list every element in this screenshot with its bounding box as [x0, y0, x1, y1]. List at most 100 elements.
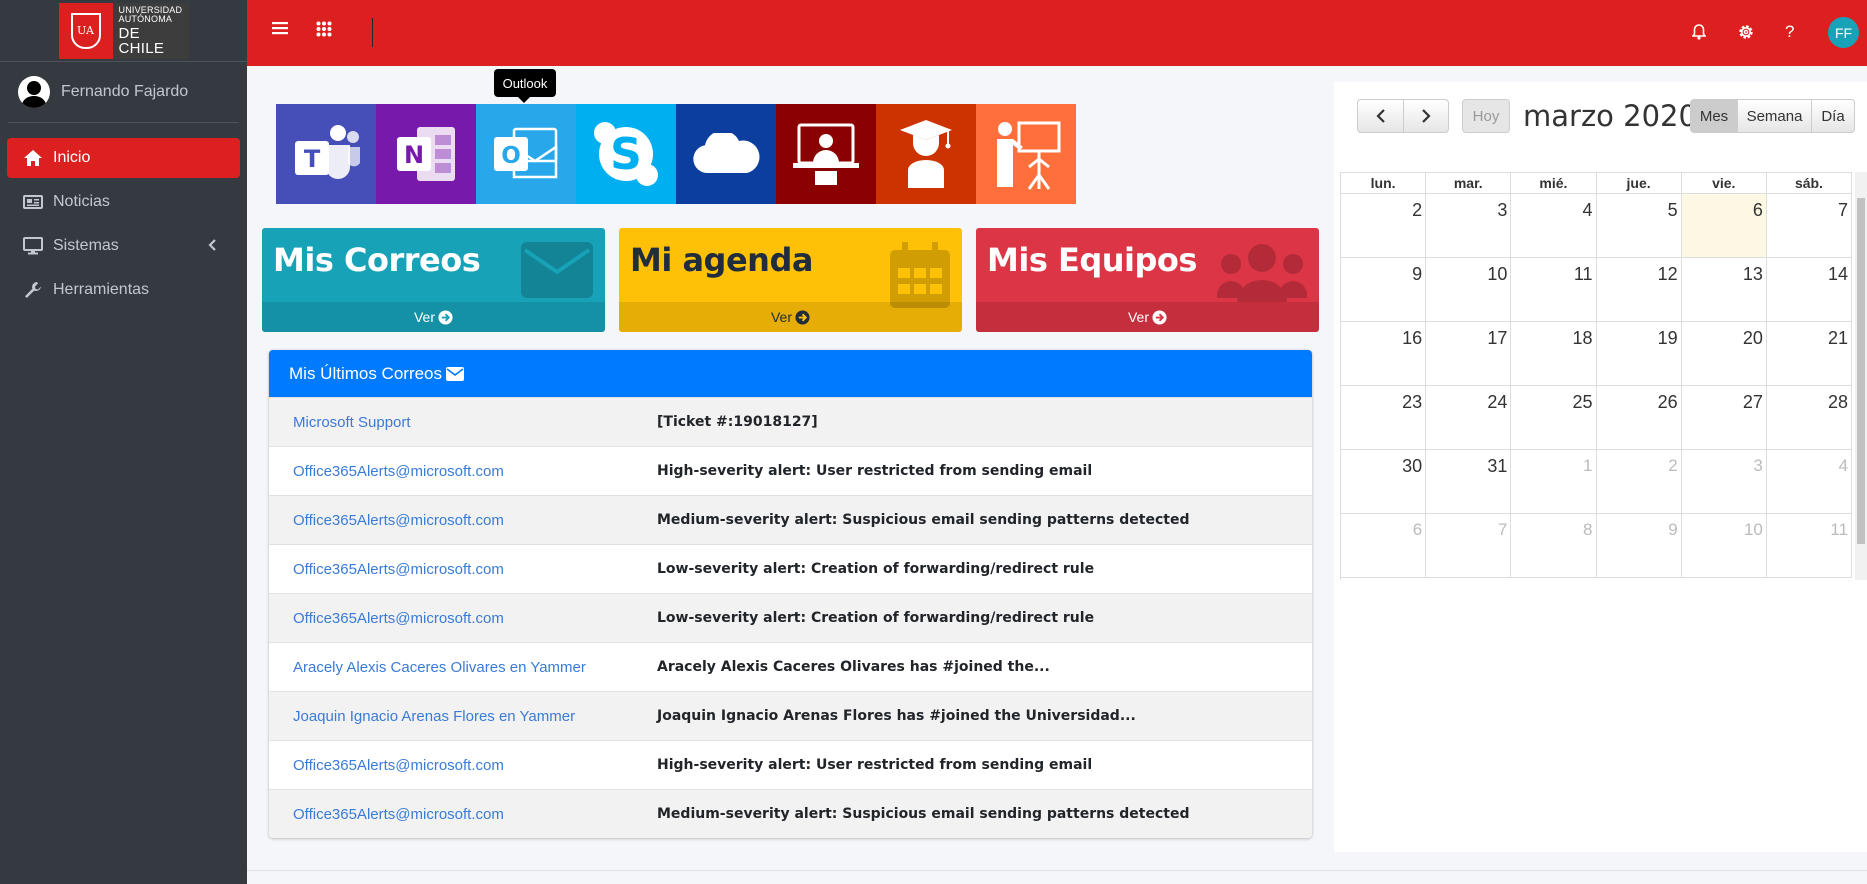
- gear-icon[interactable]: [1737, 23, 1755, 41]
- sidebar-item-sistemas[interactable]: Sistemas: [7, 226, 240, 266]
- email-row[interactable]: Office365Alerts@microsoft.com Medium-seve…: [269, 789, 1312, 838]
- view-week-button[interactable]: Semana: [1737, 99, 1812, 133]
- prev-month-button[interactable]: [1357, 99, 1404, 133]
- email-sender[interactable]: Aracely Alexis Caceres Olivares en Yamme…: [269, 659, 657, 676]
- onenote-icon: N: [397, 127, 455, 181]
- calendar-day-cell[interactable]: 13: [1682, 258, 1767, 321]
- email-subject[interactable]: Low-severity alert: Creation of forwardi…: [657, 561, 1094, 577]
- app-tile-virtual-class[interactable]: [776, 104, 876, 204]
- box-footer-link[interactable]: Ver: [262, 302, 605, 332]
- calendar-day-cell[interactable]: 26: [1597, 386, 1682, 449]
- calendar-day-cell[interactable]: 16: [1341, 322, 1427, 385]
- calendar-day-cell[interactable]: 4: [1511, 194, 1597, 257]
- app-tile-teacher[interactable]: [976, 104, 1076, 204]
- app-tile-skype[interactable]: S: [576, 104, 676, 204]
- calendar-day-cell[interactable]: 12: [1597, 258, 1682, 321]
- email-row[interactable]: Office365Alerts@microsoft.com High-severi…: [269, 446, 1312, 495]
- calendar-day-cell[interactable]: 14: [1767, 258, 1853, 321]
- calendar-day-cell[interactable]: 21: [1767, 322, 1853, 385]
- email-sender[interactable]: Office365Alerts@microsoft.com: [269, 512, 657, 529]
- next-month-button[interactable]: [1403, 99, 1449, 133]
- email-subject[interactable]: High-severity alert: User restricted fro…: [657, 757, 1092, 773]
- calendar-day-cell[interactable]: 2: [1597, 450, 1682, 513]
- calendar-day-cell[interactable]: 6: [1341, 514, 1427, 577]
- calendar-day-cell[interactable]: 10: [1682, 514, 1767, 577]
- email-row[interactable]: Office365Alerts@microsoft.com Low-severit…: [269, 593, 1312, 642]
- calendar-day-cell[interactable]: 5: [1597, 194, 1682, 257]
- view-month-button[interactable]: Mes: [1690, 99, 1738, 133]
- calendar-day-cell[interactable]: 11: [1767, 514, 1853, 577]
- menu-icon[interactable]: [272, 21, 288, 35]
- email-subject[interactable]: Aracely Alexis Caceres Olivares has #joi…: [657, 659, 1050, 675]
- calendar-day-cell[interactable]: 8: [1511, 514, 1597, 577]
- box-mi-agenda: Mi agenda Ver: [619, 228, 962, 332]
- sidebar-item-inicio[interactable]: Inicio: [7, 138, 240, 178]
- app-tile-teams[interactable]: T: [276, 104, 376, 204]
- calendar-day-cell[interactable]: 10: [1426, 258, 1512, 321]
- brand: UA UNIVERSIDAD AUTÓNOMA DE CHILE: [0, 0, 247, 62]
- email-subject[interactable]: Medium-severity alert: Suspicious email …: [657, 806, 1189, 822]
- app-tile-student[interactable]: [876, 104, 976, 204]
- email-subject[interactable]: High-severity alert: User restricted fro…: [657, 463, 1092, 479]
- calendar-day-cell[interactable]: 18: [1511, 322, 1597, 385]
- calendar-day-cell[interactable]: 25: [1511, 386, 1597, 449]
- calendar-day-cell[interactable]: 24: [1426, 386, 1512, 449]
- help-icon[interactable]: ?: [1785, 22, 1794, 42]
- bell-icon[interactable]: [1692, 24, 1706, 40]
- calendar-day-cell[interactable]: 4: [1767, 450, 1853, 513]
- email-sender[interactable]: Office365Alerts@microsoft.com: [269, 561, 657, 578]
- calendar-day-cell[interactable]: 27: [1682, 386, 1767, 449]
- calendar-scrollbar[interactable]: [1855, 172, 1867, 580]
- calendar-day-cell[interactable]: 11: [1511, 258, 1597, 321]
- user-panel[interactable]: Fernando Fajardo: [8, 62, 239, 123]
- email-row[interactable]: Office365Alerts@microsoft.com Medium-seve…: [269, 495, 1312, 544]
- calendar-day-cell[interactable]: 9: [1597, 514, 1682, 577]
- scrollbar-thumb[interactable]: [1857, 198, 1865, 544]
- apps-grid-icon[interactable]: [316, 21, 332, 37]
- email-sender[interactable]: Office365Alerts@microsoft.com: [269, 806, 657, 823]
- app-tile-outlook[interactable]: O: [476, 104, 576, 204]
- calendar-day-cell[interactable]: 7: [1767, 194, 1853, 257]
- email-sender[interactable]: Microsoft Support: [269, 414, 657, 431]
- calendar-day-cell[interactable]: 9: [1341, 258, 1427, 321]
- email-sender[interactable]: Office365Alerts@microsoft.com: [269, 610, 657, 627]
- sidebar-item-noticias[interactable]: Noticias: [7, 182, 240, 222]
- calendar-day-cell[interactable]: 23: [1341, 386, 1427, 449]
- email-sender[interactable]: Office365Alerts@microsoft.com: [269, 463, 657, 480]
- email-sender[interactable]: Office365Alerts@microsoft.com: [269, 757, 657, 774]
- user-avatar[interactable]: FF: [1828, 17, 1859, 48]
- calendar-day-cell[interactable]: 30: [1341, 450, 1427, 513]
- email-row[interactable]: Microsoft Support [Ticket #:19018127]: [269, 397, 1312, 446]
- user-name[interactable]: Fernando Fajardo: [61, 83, 188, 101]
- box-footer-link[interactable]: Ver: [976, 302, 1319, 332]
- calendar-day-cell[interactable]: 3: [1426, 194, 1512, 257]
- calendar-day-cell[interactable]: 6: [1681, 194, 1767, 257]
- calendar-day-cell[interactable]: 17: [1426, 322, 1512, 385]
- email-row[interactable]: Aracely Alexis Caceres Olivares en Yamme…: [269, 642, 1312, 691]
- university-logo[interactable]: UA UNIVERSIDAD AUTÓNOMA DE CHILE: [58, 2, 189, 59]
- email-subject[interactable]: Medium-severity alert: Suspicious email …: [657, 512, 1189, 528]
- today-button[interactable]: Hoy: [1462, 99, 1510, 133]
- calendar-day-cell[interactable]: 1: [1511, 450, 1597, 513]
- email-row[interactable]: Office365Alerts@microsoft.com Low-severit…: [269, 544, 1312, 593]
- calendar-day-cell[interactable]: 7: [1426, 514, 1512, 577]
- calendar-day-cell[interactable]: 2: [1341, 194, 1427, 257]
- box-footer-link[interactable]: Ver: [619, 302, 962, 332]
- email-row[interactable]: Joaquin Ignacio Arenas Flores en Yammer J…: [269, 691, 1312, 740]
- email-subject[interactable]: Low-severity alert: Creation of forwardi…: [657, 610, 1094, 626]
- svg-text:O: O: [501, 143, 521, 169]
- sidebar-item-herramientas[interactable]: Herramientas: [7, 270, 240, 310]
- app-tile-onenote[interactable]: N: [376, 104, 476, 204]
- email-sender[interactable]: Joaquin Ignacio Arenas Flores en Yammer: [269, 708, 657, 725]
- email-subject[interactable]: Joaquin Ignacio Arenas Flores has #joine…: [657, 708, 1136, 724]
- calendar-day-cell[interactable]: 3: [1682, 450, 1767, 513]
- calendar-day-cell[interactable]: 20: [1682, 322, 1767, 385]
- calendar-day-cell[interactable]: 28: [1767, 386, 1853, 449]
- email-subject[interactable]: [Ticket #:19018127]: [657, 414, 818, 430]
- calendar-toolbar: Hoy marzo 2020 Mes Semana Día: [1357, 97, 1867, 135]
- app-tile-onedrive[interactable]: [676, 104, 776, 204]
- calendar-day-cell[interactable]: 19: [1597, 322, 1682, 385]
- calendar-day-cell[interactable]: 31: [1426, 450, 1512, 513]
- view-day-button[interactable]: Día: [1811, 99, 1855, 133]
- email-row[interactable]: Office365Alerts@microsoft.com High-severi…: [269, 740, 1312, 789]
